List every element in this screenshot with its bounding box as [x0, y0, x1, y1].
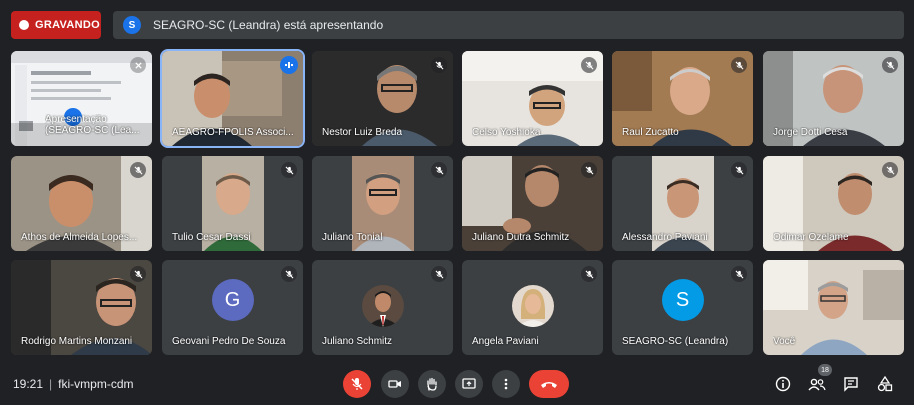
participant-tile[interactable]: Tulio Cesar Dassi [162, 156, 303, 251]
participant-name: SEAGRO-SC (Leandra) [622, 336, 729, 347]
participant-tile[interactable]: Apresentação (SEAGRO-SC (Lea... [11, 51, 152, 146]
camera-toggle-button[interactable] [381, 370, 409, 398]
presentation-text: SEAGRO-SC (Leandra) está apresentando [153, 18, 384, 32]
recording-indicator[interactable]: GRAVANDO [11, 11, 101, 39]
mic-off-icon [882, 57, 898, 73]
participant-tile[interactable]: Angela Paviani [462, 260, 603, 355]
info-icon [775, 376, 791, 392]
hand-icon [427, 377, 437, 391]
participant-name: Você [773, 336, 796, 347]
participant-name: Apresentação (SEAGRO-SC (Lea... [45, 114, 140, 136]
participant-name: Juliano Tonial [322, 232, 383, 243]
mic-off-icon [731, 162, 747, 178]
videocam-icon [388, 380, 401, 388]
leave-call-button[interactable] [529, 370, 569, 398]
call-end-icon [541, 382, 557, 388]
meet-window: GRAVANDO S SEAGRO-SC (Leandra) está apre… [0, 0, 914, 405]
mic-off-icon [351, 378, 363, 390]
participant-name: Rodrigo Martins Monzani [21, 336, 133, 347]
participant-tile[interactable]: Nestor Luiz Breda [312, 51, 453, 146]
mic-off-icon [731, 57, 747, 73]
present-to-all-icon [462, 378, 476, 389]
participant-avatar [511, 285, 554, 327]
participant-name: Angela Paviani [472, 336, 539, 347]
participant-avatar: G [211, 279, 254, 321]
recording-label: GRAVANDO [35, 19, 100, 31]
mic-off-icon [281, 162, 297, 178]
mic-off-icon [882, 162, 898, 178]
participant-avatar: S [661, 279, 704, 321]
shapes-icon [877, 376, 893, 392]
mic-off-icon [731, 266, 747, 282]
mic-off-icon [581, 162, 597, 178]
meeting-toolbar: 19:21 | fki-vmpm-cdm [0, 362, 914, 405]
participant-tile[interactable]: G Geovani Pedro De Souza [162, 260, 303, 355]
mic-off-icon [431, 266, 447, 282]
participant-tile[interactable]: Juliano Schmitz [312, 260, 453, 355]
more-options-button[interactable] [492, 370, 520, 398]
mic-off-icon [130, 266, 146, 282]
participant-count-badge: 18 [818, 364, 832, 376]
mic-off-icon [281, 266, 297, 282]
meeting-info: 19:21 | fki-vmpm-cdm [13, 377, 133, 391]
participant-tile[interactable]: Alessandro Paviani [612, 156, 753, 251]
chat-button[interactable] [839, 372, 863, 396]
mic-off-icon [581, 266, 597, 282]
participant-tile[interactable]: Juliano Dutra Schmitz [462, 156, 603, 251]
mic-off-icon [431, 57, 447, 73]
speaking-indicator-icon [280, 56, 298, 74]
meeting-details-button[interactable] [771, 372, 795, 396]
presentation-banner[interactable]: S SEAGRO-SC (Leandra) está apresentando [113, 11, 904, 39]
participant-tile[interactable]: Odimar Ozelame [763, 156, 904, 251]
raise-hand-button[interactable] [418, 370, 446, 398]
participant-tile[interactable]: Jorge Dotti Cesa [763, 51, 904, 146]
participant-name: Jorge Dotti Cesa [773, 127, 848, 138]
participant-name: Alessandro Paviani [622, 232, 708, 243]
separator: | [49, 377, 53, 391]
participant-name: Geovani Pedro De Souza [172, 336, 286, 347]
participant-name: Athos de Almeida Lopes... [21, 232, 138, 243]
meeting-code: fki-vmpm-cdm [58, 377, 134, 391]
participant-name: AEAGRO-FPOLIS Associ... [172, 127, 294, 138]
mic-off-icon [130, 162, 146, 178]
self-view-tile[interactable]: Você [763, 260, 904, 355]
microphone-toggle-button[interactable] [343, 370, 371, 398]
activities-button[interactable] [873, 372, 897, 396]
participant-tile[interactable]: AEAGRO-FPOLIS Associ... [160, 49, 305, 148]
participant-tile[interactable]: S SEAGRO-SC (Leandra) [612, 260, 753, 355]
clock-time: 19:21 [13, 377, 44, 391]
pin-icon[interactable] [130, 57, 146, 73]
mic-off-icon [581, 57, 597, 73]
chat-icon [844, 377, 858, 392]
mic-off-icon [431, 162, 447, 178]
participant-name: Juliano Schmitz [322, 336, 393, 347]
participant-tile[interactable]: Athos de Almeida Lopes... [11, 156, 152, 251]
participant-avatar [361, 285, 404, 327]
participant-tile[interactable]: Rodrigo Martins Monzani [11, 260, 152, 355]
record-dot-icon [19, 20, 29, 30]
participant-name: Tulio Cesar Dassi [172, 232, 251, 243]
participant-name: Celso Yoshioka [472, 127, 541, 138]
presenter-avatar: S [123, 16, 141, 34]
participant-name: Juliano Dutra Schmitz [472, 232, 570, 243]
participant-name: Nestor Luiz Breda [322, 127, 403, 138]
participant-name: Raul Zucatto [622, 127, 679, 138]
participant-tile[interactable]: Raul Zucatto [612, 51, 753, 146]
more-vert-icon [504, 378, 508, 390]
participant-tile[interactable]: Juliano Tonial [312, 156, 453, 251]
people-icon [808, 378, 826, 391]
participant-tile[interactable]: Celso Yoshioka [462, 51, 603, 146]
present-screen-button[interactable] [455, 370, 483, 398]
participant-name: Odimar Ozelame [773, 232, 849, 243]
